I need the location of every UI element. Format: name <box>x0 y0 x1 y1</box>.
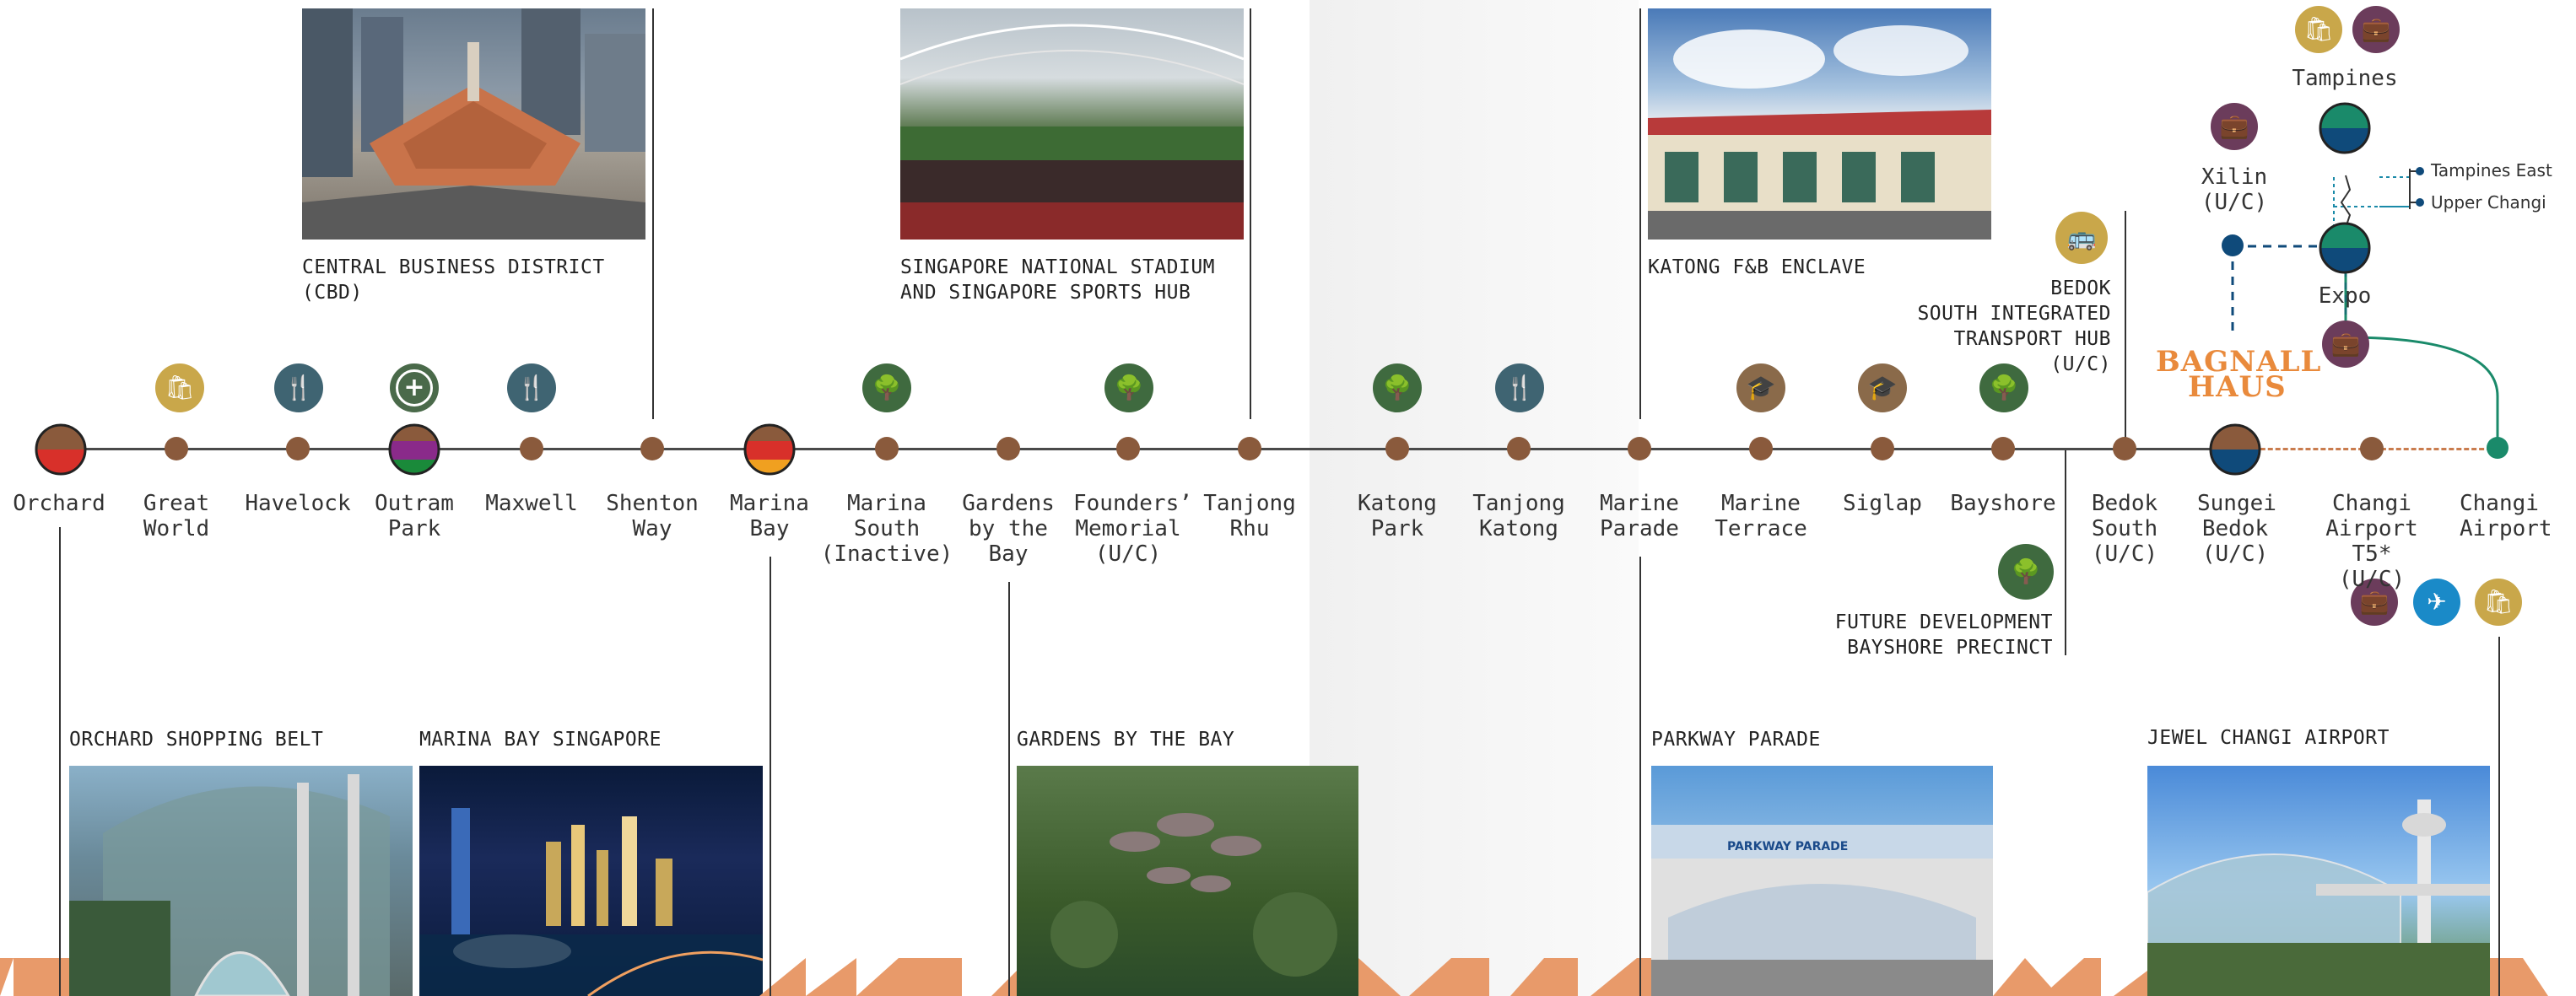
caption-orchard: ORCHARD SHOPPING BELT <box>69 729 324 751</box>
interchange-expo[interactable] <box>2318 221 2372 275</box>
station-dot-founders-memorial[interactable] <box>1116 437 1140 460</box>
dining-icon: 🍴 <box>507 363 556 412</box>
brand-logo: BAGNALL HAUS <box>2156 347 2321 401</box>
photo-stadium <box>900 8 1244 240</box>
connector-parkway <box>1639 557 1641 996</box>
station-name-changi-airport: Changi Airport <box>2460 491 2552 541</box>
connector-cbd <box>652 8 654 419</box>
mrt-line <box>59 448 2236 450</box>
photo-cbd <box>302 8 645 240</box>
station-name-tampines-east: Tampines East <box>2431 160 2552 180</box>
station-dot-shenton-way[interactable] <box>640 437 664 460</box>
station-dot-tanjong-katong[interactable] <box>1507 437 1531 460</box>
shopping-bag-icon: 🛍 <box>2295 6 2342 53</box>
station-name-changi-airport-t5: Changi Airport T5* (U/C) <box>2325 491 2418 592</box>
interchange-sungei-bedok[interactable] <box>2208 423 2262 476</box>
hospital-icon: + <box>390 363 439 412</box>
shopping-bag-icon: 🛍 <box>2475 579 2522 626</box>
caption-parkway: PARKWAY PARADE <box>1651 729 1821 751</box>
station-name-tanjong-rhu: Tanjong Rhu <box>1203 491 1296 541</box>
station-name-tampines: Tampines <box>2292 66 2398 91</box>
connector-marina-bay <box>770 557 771 996</box>
station-dot-changi-airport[interactable] <box>2487 437 2508 459</box>
station-dot-maxwell[interactable] <box>520 437 543 460</box>
trees-icon: 🌳 <box>1998 544 2054 600</box>
station-name-expo: Expo <box>2318 283 2372 309</box>
caption-bedok-hub: BEDOK SOUTH INTEGRATED TRANSPORT HUB (U/… <box>1917 277 2111 375</box>
connector-gardens <box>1008 582 1010 996</box>
shopping-bag-icon: 🛍 <box>155 363 204 412</box>
caption-stadium: SINGAPORE NATIONAL STADIUM AND SINGAPORE… <box>900 256 1216 304</box>
station-dot-bayshore[interactable] <box>1991 437 2015 460</box>
station-dot-havelock[interactable] <box>286 437 310 460</box>
interchange-marina-bay[interactable] <box>743 423 797 476</box>
connector-stadium <box>1250 8 1251 419</box>
station-dot-katong-park[interactable] <box>1385 437 1409 460</box>
dining-icon: 🍴 <box>1495 363 1544 412</box>
tree-icon: 🌳 <box>1373 363 1422 412</box>
station-name-upper-changi: Upper Changi <box>2431 192 2546 213</box>
briefcase-icon: 💼 <box>2322 320 2369 368</box>
connector-katong <box>1639 8 1641 419</box>
briefcase-icon: 💼 <box>2211 103 2258 150</box>
station-dot-great-world[interactable] <box>165 437 188 460</box>
station-name-sungei-bedok: Sungei Bedok (U/C) <box>2197 491 2276 567</box>
decorative-zigzag <box>0 958 2548 996</box>
station-dot-marina-south[interactable] <box>875 437 899 460</box>
photo-katong <box>1648 8 1991 240</box>
caption-cbd: CENTRAL BUSINESS DISTRICT (CBD) <box>302 256 605 304</box>
dining-icon: 🍴 <box>274 363 323 412</box>
caption-jewel: JEWEL CHANGI AIRPORT <box>2147 727 2390 749</box>
station-dot-marine-parade[interactable] <box>1628 437 1651 460</box>
photo-sign-parkway: PARKWAY PARADE <box>1727 840 1848 853</box>
tree-icon: 🌳 <box>862 363 911 412</box>
caption-gardens: GARDENS BY THE BAY <box>1017 729 1235 751</box>
station-dot-gardens-by-the-bay[interactable] <box>996 437 1020 460</box>
station-dot-changi-airport-t5[interactable] <box>2360 437 2384 460</box>
interchange-outram-park[interactable] <box>387 423 441 476</box>
station-dot-marine-terrace[interactable] <box>1749 437 1773 460</box>
caption-marina-bay: MARINA BAY SINGAPORE <box>419 729 662 751</box>
connector-bedok-hub <box>2125 211 2126 439</box>
station-dot-tanjong-rhu[interactable] <box>1238 437 1261 460</box>
interchange-tampines[interactable] <box>2318 101 2372 155</box>
station-dot-xilin[interactable] <box>2222 234 2244 256</box>
station-dot-siglap[interactable] <box>1871 437 1894 460</box>
station-dot-bedok-south[interactable] <box>2113 437 2136 460</box>
tree-icon: 🌳 <box>1104 363 1153 412</box>
caption-bayshore: FUTURE DEVELOPMENT BAYSHORE PRECINCT <box>1834 611 2053 659</box>
transport-hub-icon: 🚌 <box>2055 212 2108 264</box>
station-name-xilin: Xilin (U/C) <box>2201 164 2268 215</box>
interchange-orchard[interactable] <box>34 423 88 476</box>
connector-jewel <box>2498 637 2500 996</box>
graduation-cap-icon: 🎓 <box>1736 363 1785 412</box>
connector-orchard <box>59 527 61 996</box>
briefcase-icon: 💼 <box>2352 6 2400 53</box>
